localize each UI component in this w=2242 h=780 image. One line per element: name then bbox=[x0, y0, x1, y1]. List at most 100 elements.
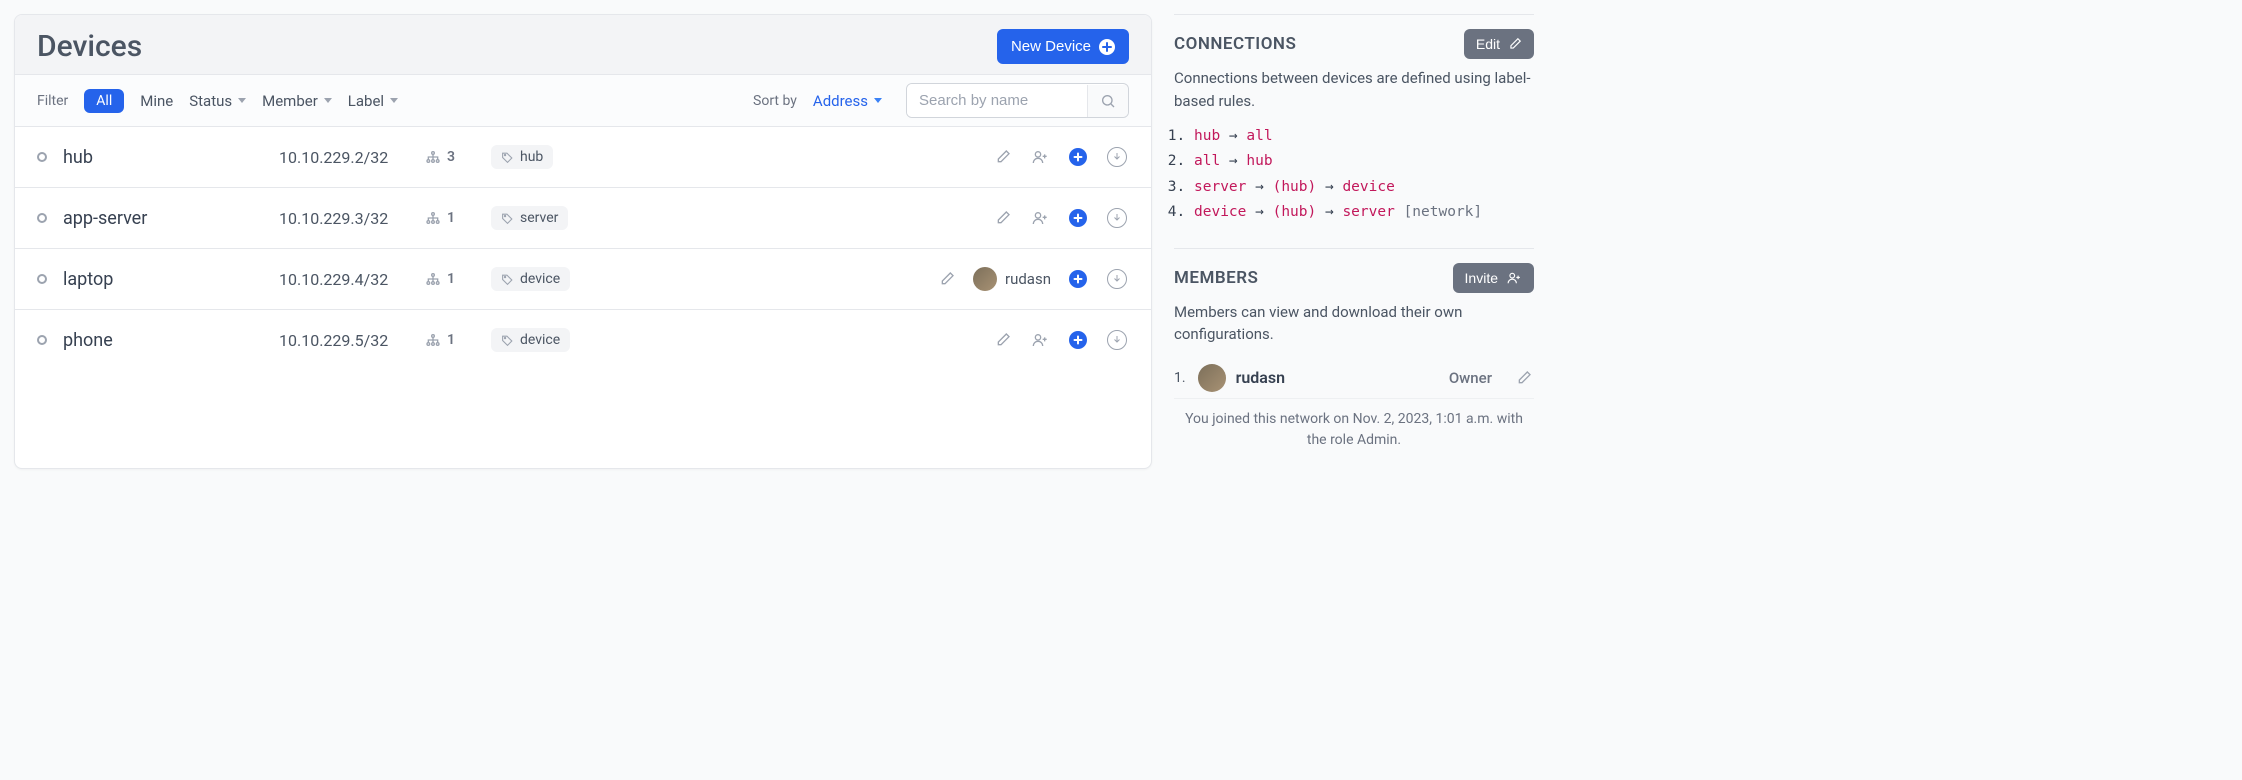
plus-circle-icon bbox=[1099, 39, 1115, 55]
download-button[interactable] bbox=[1105, 267, 1129, 291]
avatar bbox=[973, 267, 997, 291]
row-actions: rudasn bbox=[937, 267, 1129, 291]
connection-rule: hub → all bbox=[1194, 124, 1534, 149]
edit-member-button[interactable] bbox=[1514, 368, 1534, 388]
status-indicator bbox=[37, 152, 47, 162]
member-role: Owner bbox=[1449, 369, 1492, 387]
device-ip: 10.10.229.5/32 bbox=[279, 331, 409, 350]
pencil-icon bbox=[1508, 37, 1522, 51]
row-actions bbox=[993, 145, 1129, 169]
tag-chip[interactable]: server bbox=[491, 206, 568, 230]
sortby-select[interactable]: Address bbox=[813, 92, 882, 110]
connections-title: CONNECTIONS bbox=[1174, 34, 1296, 54]
filter-label-dropdown[interactable]: Label bbox=[348, 92, 398, 110]
add-user-icon bbox=[1506, 271, 1522, 285]
sortby-label: Sort by bbox=[753, 93, 797, 109]
device-name: phone bbox=[63, 330, 263, 351]
download-button[interactable] bbox=[1105, 206, 1129, 230]
filter-member[interactable]: Member bbox=[262, 92, 332, 110]
device-name: hub bbox=[63, 147, 263, 168]
download-icon bbox=[1107, 330, 1127, 350]
tag-chip[interactable]: hub bbox=[491, 145, 553, 169]
edit-device-button[interactable] bbox=[937, 269, 957, 289]
member-row: 1. rudasn Owner bbox=[1174, 358, 1534, 399]
edit-connections-button[interactable]: Edit bbox=[1464, 29, 1534, 59]
search-button[interactable] bbox=[1087, 85, 1128, 117]
panel-header: Devices New Device bbox=[15, 15, 1151, 75]
tag-chip[interactable]: device bbox=[491, 328, 570, 352]
assign-user-button[interactable] bbox=[1029, 147, 1051, 167]
add-button[interactable] bbox=[1067, 329, 1089, 351]
device-row[interactable]: laptop 10.10.229.4/32 1 device rudasn bbox=[15, 249, 1151, 310]
member-list: 1. rudasn Owner bbox=[1174, 358, 1534, 399]
device-row[interactable]: phone 10.10.229.5/32 1 device bbox=[15, 310, 1151, 370]
status-indicator bbox=[37, 213, 47, 223]
members-footnote: You joined this network on Nov. 2, 2023,… bbox=[1174, 399, 1534, 451]
connection-rule: all → hub bbox=[1194, 149, 1534, 174]
device-peers: 3 bbox=[425, 149, 475, 165]
device-tags: device bbox=[491, 328, 977, 352]
row-actions bbox=[993, 328, 1129, 352]
connection-rule: device → (hub) → server [network] bbox=[1194, 200, 1534, 225]
device-list: hub 10.10.229.2/32 3 hub app-server 10.1… bbox=[15, 127, 1151, 370]
side-panel: CONNECTIONS Edit Connections between dev… bbox=[1174, 14, 1534, 469]
new-device-label: New Device bbox=[1011, 38, 1091, 55]
invite-member-button[interactable]: Invite bbox=[1453, 263, 1534, 293]
chevron-down-icon bbox=[324, 98, 332, 103]
devices-panel: Devices New Device Filter All Mine Statu… bbox=[14, 14, 1152, 469]
edit-device-button[interactable] bbox=[993, 330, 1013, 350]
avatar bbox=[1198, 364, 1226, 392]
device-tags: server bbox=[491, 206, 977, 230]
device-tags: device bbox=[491, 267, 921, 291]
plus-icon bbox=[1069, 331, 1087, 349]
connections-list: hub → allall → hubserver → (hub) → devic… bbox=[1174, 124, 1534, 226]
chevron-down-icon bbox=[390, 98, 398, 103]
add-button[interactable] bbox=[1067, 146, 1089, 168]
members-desc: Members can view and download their own … bbox=[1174, 301, 1534, 346]
device-name: app-server bbox=[63, 208, 263, 229]
chevron-down-icon bbox=[874, 98, 882, 103]
members-section: MEMBERS Invite Members can view and down… bbox=[1174, 248, 1534, 451]
download-button[interactable] bbox=[1105, 328, 1129, 352]
new-device-button[interactable]: New Device bbox=[997, 29, 1129, 64]
device-ip: 10.10.229.3/32 bbox=[279, 209, 409, 228]
device-owner: rudasn bbox=[973, 267, 1051, 291]
member-name: rudasn bbox=[1236, 368, 1285, 387]
members-title: MEMBERS bbox=[1174, 268, 1258, 288]
row-actions bbox=[993, 206, 1129, 230]
device-ip: 10.10.229.4/32 bbox=[279, 270, 409, 289]
filter-bar: Filter All Mine Status Member Label Sort… bbox=[15, 75, 1151, 127]
device-row[interactable]: app-server 10.10.229.3/32 1 server bbox=[15, 188, 1151, 249]
device-peers: 1 bbox=[425, 332, 475, 348]
filter-status[interactable]: Status bbox=[189, 92, 246, 110]
device-ip: 10.10.229.2/32 bbox=[279, 148, 409, 167]
plus-icon bbox=[1069, 270, 1087, 288]
device-name: laptop bbox=[63, 269, 263, 290]
plus-icon bbox=[1069, 148, 1087, 166]
edit-device-button[interactable] bbox=[993, 208, 1013, 228]
search-wrap bbox=[906, 83, 1129, 118]
device-owner-name: rudasn bbox=[1005, 270, 1051, 288]
page-title: Devices bbox=[37, 29, 142, 64]
download-icon bbox=[1107, 269, 1127, 289]
download-button[interactable] bbox=[1105, 145, 1129, 169]
plus-icon bbox=[1069, 209, 1087, 227]
download-icon bbox=[1107, 147, 1127, 167]
connection-rule: server → (hub) → device bbox=[1194, 175, 1534, 200]
assign-user-button[interactable] bbox=[1029, 208, 1051, 228]
device-row[interactable]: hub 10.10.229.2/32 3 hub bbox=[15, 127, 1151, 188]
download-icon bbox=[1107, 208, 1127, 228]
search-input[interactable] bbox=[907, 84, 1087, 117]
add-button[interactable] bbox=[1067, 207, 1089, 229]
device-peers: 1 bbox=[425, 210, 475, 226]
chevron-down-icon bbox=[238, 98, 246, 103]
device-tags: hub bbox=[491, 145, 977, 169]
filter-mine[interactable]: Mine bbox=[140, 92, 173, 110]
filter-all[interactable]: All bbox=[84, 89, 124, 113]
tag-chip[interactable]: device bbox=[491, 267, 570, 291]
edit-device-button[interactable] bbox=[993, 147, 1013, 167]
status-indicator bbox=[37, 274, 47, 284]
add-button[interactable] bbox=[1067, 268, 1089, 290]
assign-user-button[interactable] bbox=[1029, 330, 1051, 350]
device-peers: 1 bbox=[425, 271, 475, 287]
